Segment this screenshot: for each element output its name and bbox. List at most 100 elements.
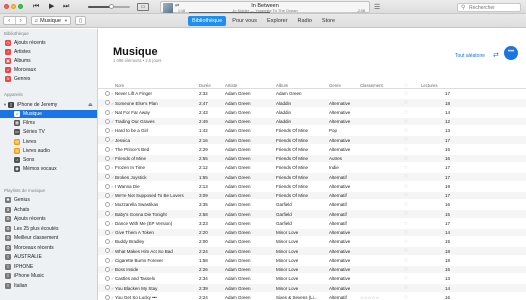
love-icon[interactable]: ♡ xyxy=(404,211,408,217)
column-header-love-icon[interactable]: ♡ xyxy=(404,83,408,89)
track-checkbox[interactable] xyxy=(105,183,110,189)
track-checkbox[interactable] xyxy=(105,229,110,235)
love-icon[interactable]: ♡ xyxy=(404,193,408,199)
iphone-device-button[interactable]: ▯ xyxy=(75,16,86,25)
track-checkbox[interactable] xyxy=(105,137,110,143)
sidebar-device-item-0[interactable]: ♫ Musique xyxy=(0,110,97,118)
table-row[interactable]: ✓ What Makes Him Act So Bad 2:24 Adam Green… xyxy=(98,247,526,255)
love-icon[interactable]: ♡ xyxy=(404,110,408,116)
sidebar-playlist-item-5[interactable]: ⚙ Morceaux récents xyxy=(0,244,97,252)
track-checkbox[interactable] xyxy=(105,155,110,161)
chevron-down-icon[interactable]: ▼ xyxy=(3,101,7,109)
track-checkbox[interactable] xyxy=(105,202,110,208)
love-icon[interactable]: ♡ xyxy=(404,91,408,97)
volume-slider[interactable] xyxy=(88,4,130,9)
table-row[interactable]: ✓ Baby's Gonna Die Tonight 2:58 Adam Green G… xyxy=(98,210,526,218)
track-checkbox[interactable] xyxy=(105,294,110,300)
sidebar-library-item-2[interactable]: ▣ Albums xyxy=(0,57,97,65)
track-checkbox[interactable] xyxy=(105,220,110,226)
table-row[interactable]: ✓ Cigarette Burns Forever 1:58 Adam Green Mi… xyxy=(98,257,526,265)
love-icon[interactable]: ♡ xyxy=(404,100,408,106)
table-row[interactable]: ✓ Friends of Mine 2:55 Adam Green Friends Of… xyxy=(98,154,526,163)
love-icon[interactable]: ♡ xyxy=(404,267,408,273)
volume-slider-knob[interactable] xyxy=(108,4,114,9)
love-icon[interactable]: ♡ xyxy=(404,156,408,162)
sidebar-playlist-item-6[interactable]: ≡ AUSTRALIE xyxy=(0,253,97,261)
minimize-window-button[interactable] xyxy=(11,4,16,9)
love-icon[interactable]: ♡ xyxy=(404,295,408,300)
table-row[interactable]: ✓ Frozen In Time 2:12 Adam Green Friends Of … xyxy=(98,164,526,172)
up-next-list-icon[interactable]: ☰ xyxy=(374,3,380,11)
table-row[interactable]: ✓ Broken Joystick 1:55 Adam Green Friends Of… xyxy=(98,173,526,181)
track-checkbox[interactable] xyxy=(105,285,110,291)
sidebar-device-item-6[interactable]: ◉ Mémos vocaux xyxy=(0,165,97,173)
column-header-album[interactable]: Album xyxy=(276,83,288,88)
column-header-plays[interactable]: Lectures xyxy=(421,83,437,88)
track-checkbox[interactable] xyxy=(105,276,110,282)
sidebar-playlist-item-2[interactable]: ⚙ Ajouts récents xyxy=(0,215,97,223)
love-icon[interactable]: ♡ xyxy=(404,221,408,227)
sidebar-library-item-1[interactable]: ♪ Artistes xyxy=(0,48,97,56)
love-icon[interactable]: ♡ xyxy=(404,285,408,291)
love-icon[interactable]: ♡ xyxy=(404,184,408,190)
airplay-icon[interactable]: ▭ xyxy=(137,3,149,11)
forward-button[interactable]: › xyxy=(16,17,27,24)
sidebar-device-iphone[interactable]: ▼ ▯ iPhone de Jeremy ⏏ xyxy=(0,101,97,109)
tab-3[interactable]: Radio xyxy=(294,16,316,26)
table-row[interactable]: ✓ I Wanna Die 2:13 Adam Green Friends Of Min… xyxy=(98,183,526,191)
track-checkbox[interactable] xyxy=(105,100,110,106)
eject-icon[interactable]: ⏏ xyxy=(88,101,93,109)
star-rating[interactable]: ☆☆☆☆☆ xyxy=(360,295,379,300)
sidebar-device-item-1[interactable]: ▦ Films xyxy=(0,119,97,127)
love-icon[interactable]: ♡ xyxy=(404,258,408,264)
track-checkbox[interactable] xyxy=(105,248,110,254)
sidebar-playlist-item-0[interactable]: ✺ Genius xyxy=(0,196,97,204)
column-header-rating[interactable]: Classement xyxy=(360,83,383,88)
track-checkbox[interactable] xyxy=(105,239,110,245)
track-checkbox[interactable] xyxy=(105,266,110,272)
table-row[interactable]: ✓ Hard to be a Girl 1:42 Adam Green Friends … xyxy=(98,127,526,135)
sidebar-playlist-item-1[interactable]: ⬇ Achats xyxy=(0,206,97,214)
table-row[interactable]: ✓ Jessica 2:16 Adam Green Friends Of Mine Alt… xyxy=(98,136,526,144)
column-header-artist[interactable]: Artiste xyxy=(225,83,237,88)
table-row[interactable]: ✓ Mozzarella Swastikas 3:35 Adam Green Garfi… xyxy=(98,201,526,209)
track-checkbox[interactable] xyxy=(105,109,110,115)
track-checkbox[interactable] xyxy=(105,128,110,134)
play-icon[interactable]: ▶ xyxy=(49,2,54,12)
track-checkbox[interactable] xyxy=(105,165,110,171)
column-header-name[interactable]: Nom xyxy=(115,83,124,88)
track-checkbox[interactable] xyxy=(105,91,110,97)
love-icon[interactable]: ♡ xyxy=(404,276,408,282)
tab-4[interactable]: Store xyxy=(318,16,339,26)
sidebar-playlist-item-3[interactable]: ⚙ Les 25 plus écoutés xyxy=(0,225,97,233)
sidebar-library-item-3[interactable]: ♫ Morceaux xyxy=(0,66,97,74)
table-row[interactable]: ✓ Buddy Bradley 2:00 Adam Green Minor Love Al… xyxy=(98,238,526,246)
sidebar-device-item-5[interactable]: ♪ Sons xyxy=(0,156,97,164)
love-icon[interactable]: ♡ xyxy=(404,165,408,171)
sidebar-device-item-4[interactable]: ▤ Livres audio xyxy=(0,147,97,155)
sidebar-playlist-item-8[interactable]: ≡ iPhone Music xyxy=(0,272,97,280)
love-icon[interactable]: ♡ xyxy=(404,119,408,125)
sidebar-device-item-2[interactable]: ▭ Séries TV xyxy=(0,128,97,136)
playback-progress-bar[interactable] xyxy=(189,12,351,13)
table-row[interactable]: ✓ Nat For Far Away 2:43 Adam Green Aladdin Al… xyxy=(98,109,526,117)
more-options-button[interactable]: ••• xyxy=(504,46,518,60)
love-icon[interactable]: ♡ xyxy=(404,230,408,236)
table-row[interactable]: ✓ Never Lift A Finger 2:32 Adam Green Adam G… xyxy=(98,90,526,98)
track-checkbox[interactable] xyxy=(105,174,110,180)
tab-0[interactable]: Bibliothèque xyxy=(188,16,227,26)
track-checkbox[interactable] xyxy=(105,211,110,217)
love-icon[interactable]: ♡ xyxy=(404,239,408,245)
table-row[interactable]: ✓ Someone Else's Plan 2:47 Adam Green Aladdi… xyxy=(98,99,526,107)
shuffle-icon[interactable]: ⇄ xyxy=(493,51,499,59)
tab-2[interactable]: Explorer xyxy=(263,16,291,26)
love-icon[interactable]: ♡ xyxy=(404,174,408,180)
media-selector[interactable]: ♫ Musique ▼ xyxy=(31,16,71,25)
tab-1[interactable]: Pour vous xyxy=(228,16,261,26)
next-track-icon[interactable]: ⏭ xyxy=(63,2,69,12)
previous-track-icon[interactable]: ⏮ xyxy=(33,2,39,12)
search-input[interactable] xyxy=(469,3,519,12)
love-icon[interactable]: ♡ xyxy=(404,147,408,153)
love-icon[interactable]: ♡ xyxy=(404,202,408,208)
track-checkbox[interactable] xyxy=(105,146,110,152)
